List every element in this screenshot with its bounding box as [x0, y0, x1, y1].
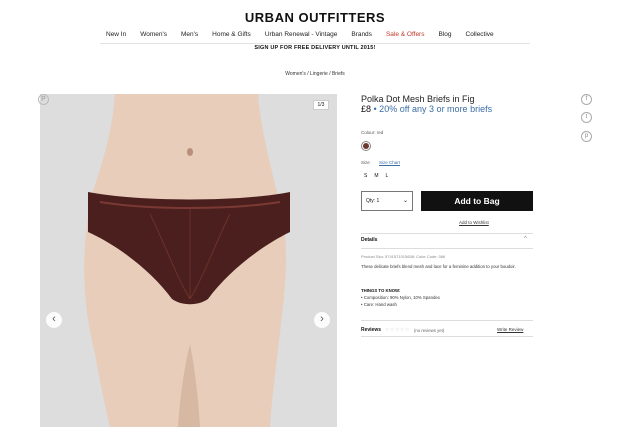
product-code: Product Sku: 5741571015658; Color Code: …: [361, 254, 446, 259]
product-title: Polka Dot Mesh Briefs in Fig: [361, 94, 475, 104]
product-photo: [40, 94, 337, 427]
offer-link[interactable]: • 20% off any 3 or more briefs: [374, 104, 493, 114]
product-image[interactable]: 1/3 ‹ ›: [40, 94, 337, 427]
divider: [361, 320, 533, 321]
reviews-row: Reviews ☆☆☆☆☆ (no reviews yet): [361, 327, 444, 333]
nav-new-in[interactable]: New In: [106, 31, 126, 38]
details-heading[interactable]: Details: [361, 237, 377, 243]
things-to-know-heading: THINGS TO KNOW:: [361, 288, 401, 293]
nav-blog[interactable]: Blog: [438, 31, 451, 38]
facebook-icon[interactable]: f: [581, 94, 592, 105]
list-item: • Composition: 90% Nylon, 10% Spandex: [361, 295, 440, 300]
quantity-select[interactable]: Qty: 1 ⌄: [361, 191, 413, 211]
size-options: S M L: [364, 173, 388, 179]
add-to-bag-button[interactable]: Add to Bag: [421, 191, 533, 211]
product-price: £8: [361, 104, 372, 114]
nav-divider: [100, 43, 530, 44]
add-to-wishlist-link[interactable]: Add to Wishlist: [459, 220, 489, 225]
size-option[interactable]: S: [364, 173, 367, 179]
chevron-down-icon: ⌄: [402, 198, 408, 204]
nav-mens[interactable]: Men's: [181, 31, 198, 38]
things-to-know-list: • Composition: 90% Nylon, 10% Spandex • …: [361, 295, 440, 308]
breadcrumb[interactable]: Women's / Lingerie / Briefs: [0, 71, 630, 77]
nav-home-gifts[interactable]: Home & Gifts: [212, 31, 251, 38]
list-item: • Care: Hand wash: [361, 301, 397, 307]
color-swatch[interactable]: [361, 141, 371, 151]
nav-urban-renewal[interactable]: Urban Renewal - Vintage: [265, 31, 338, 38]
divider: [361, 336, 533, 337]
nav-womens[interactable]: Women's: [140, 31, 167, 38]
divider: [361, 248, 533, 249]
next-image-button[interactable]: ›: [314, 312, 330, 328]
pinterest-icon[interactable]: P: [38, 94, 49, 105]
main-nav: New In Women's Men's Home & Gifts Urban …: [106, 31, 508, 38]
size-chart-link[interactable]: Size Chart: [379, 160, 400, 165]
size-option[interactable]: M: [374, 173, 378, 179]
size-label: Size: [361, 160, 370, 165]
write-review-link[interactable]: Write Review: [497, 327, 523, 332]
price-row: £8 • 20% off any 3 or more briefs: [361, 104, 492, 114]
nav-brands[interactable]: Brands: [351, 31, 372, 38]
size-option[interactable]: L: [386, 173, 389, 179]
nav-collective[interactable]: Collective: [466, 31, 494, 38]
reviews-count: (no reviews yet): [413, 327, 445, 333]
promo-banner[interactable]: SIGN UP FOR FREE DELIVERY UNTIL 2015!: [0, 45, 630, 51]
site-logo[interactable]: URBAN OUTFITTERS: [0, 10, 630, 25]
twitter-icon[interactable]: t: [581, 112, 592, 123]
color-label: Colour: red: [361, 130, 384, 135]
divider: [361, 233, 533, 234]
reviews-label: Reviews: [361, 327, 382, 333]
chevron-up-icon[interactable]: ^: [524, 236, 527, 242]
nav-sale-offers[interactable]: Sale & Offers: [386, 31, 425, 38]
pinterest-icon[interactable]: p: [581, 131, 592, 142]
prev-image-button[interactable]: ‹: [46, 312, 62, 328]
image-counter: 1/3: [313, 100, 329, 110]
rating-stars: ☆☆☆☆☆: [385, 327, 410, 333]
product-description: These delicate briefs blend mesh and lac…: [361, 264, 516, 269]
